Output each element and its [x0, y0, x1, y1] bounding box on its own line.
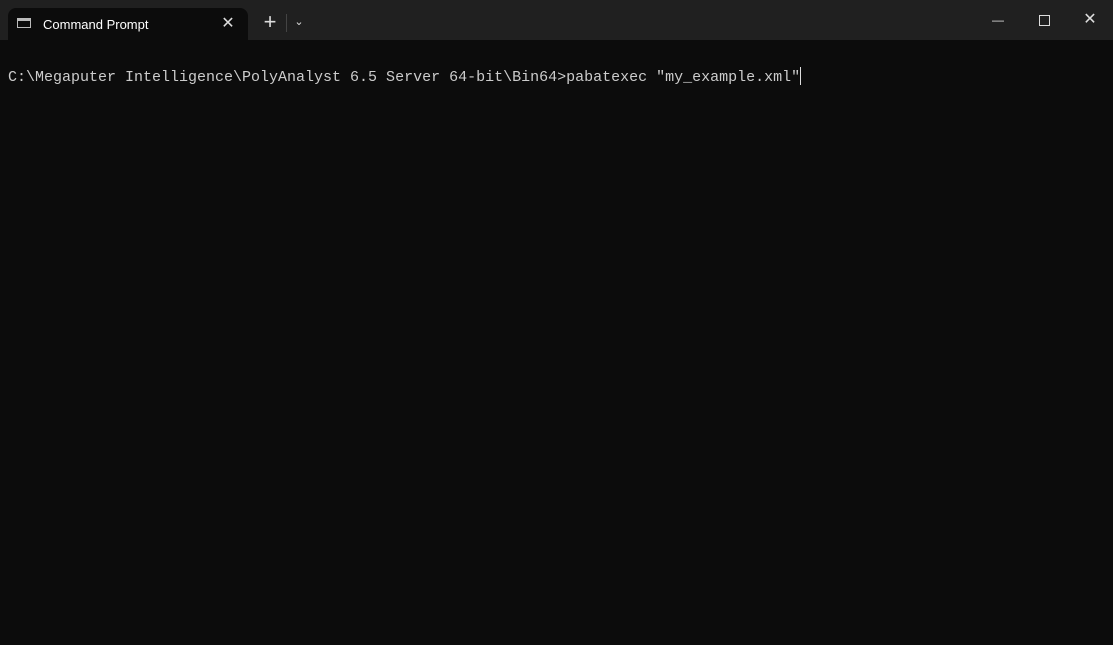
cmd-icon — [17, 18, 31, 28]
terminal-output[interactable]: C:\Megaputer Intelligence\PolyAnalyst 6.… — [8, 67, 802, 88]
command-input[interactable]: pabatexec "my_example.xml" — [566, 69, 800, 86]
tab-command-prompt[interactable]: Command Prompt ✕ — [8, 8, 248, 40]
text-cursor — [800, 67, 802, 85]
prompt: C:\Megaputer Intelligence\PolyAnalyst 6.… — [8, 69, 567, 86]
close-tab-button[interactable]: ✕ — [218, 12, 238, 36]
chevron-down-icon[interactable]: ⌄ — [290, 12, 308, 32]
tab-title: Command Prompt — [43, 17, 149, 32]
close-window-button[interactable]: ✕ — [1070, 8, 1110, 32]
minimize-button[interactable]: — — [978, 8, 1018, 32]
maximize-button[interactable] — [1024, 8, 1064, 32]
title-bar: Command Prompt ✕ + ⌄ — ✕ — [0, 0, 1113, 40]
new-tab-button[interactable]: + — [258, 10, 282, 34]
divider — [286, 14, 287, 32]
